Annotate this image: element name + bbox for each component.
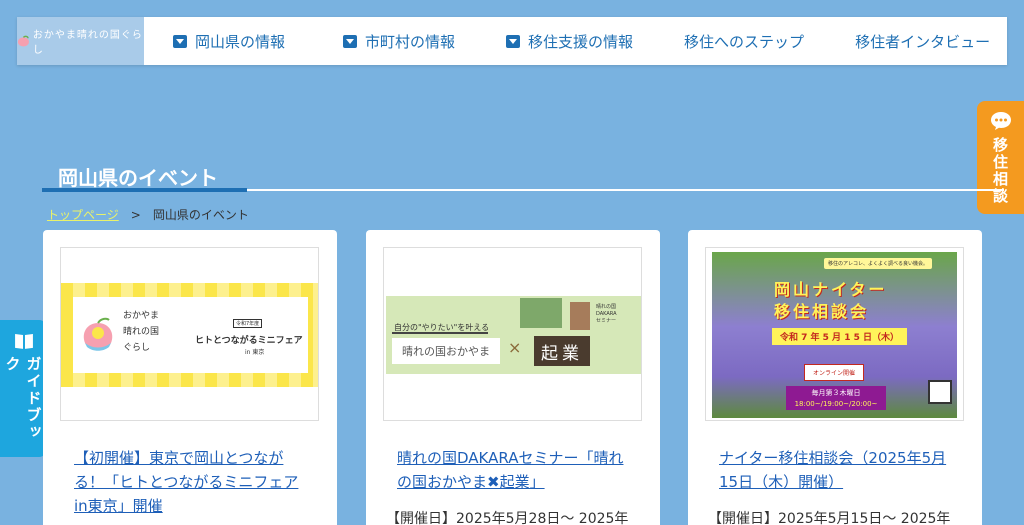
chevron-down-icon <box>173 34 187 48</box>
event-date: 【開催日】2025年5月28日〜 2025年 <box>386 511 629 525</box>
page-title: 岡山県のイベント <box>58 166 218 190</box>
thumb-text: オンライン開催 <box>804 364 865 381</box>
event-card[interactable]: 自分の"やりたい"を叶える 晴れの国おかやま × 起業 晴れの国 DAKARA … <box>366 230 660 525</box>
thumb-photo <box>520 298 562 328</box>
nav-label: 岡山県の情報 <box>195 32 286 51</box>
qr-code-icon <box>928 380 952 404</box>
thumb-text: 移住のアレコレ、よくよく調べる良い機会。 <box>824 258 933 269</box>
thumb-main-text: ヒトとつながるミニフェア <box>195 336 303 346</box>
guidebook-tab-label: ガイドブック <box>3 355 43 441</box>
thumb-text: 晴れの国 <box>123 327 160 337</box>
nav-label: 移住へのステップ <box>684 32 805 51</box>
thumb-text: ぐらし <box>123 343 151 353</box>
thumb-text: セミナー <box>596 318 617 324</box>
nav-label: 移住者インタビュー <box>855 32 991 51</box>
nav-item-prefecture-info[interactable]: 岡山県の情報 <box>173 17 285 65</box>
breadcrumb-separator: > <box>130 207 141 222</box>
thumb-text: 晴れの国 <box>596 304 617 310</box>
thumbnail-banner: 移住のアレコレ、よくよく調べる良い機会。 岡山ナイター 移住相談会 令和 7 年… <box>712 252 957 418</box>
title-underline-accent <box>42 188 247 192</box>
event-card[interactable]: 移住のアレコレ、よくよく調べる良い機会。 岡山ナイター 移住相談会 令和 7 年… <box>688 230 982 525</box>
thumb-tag: 令和7年度 <box>233 319 263 328</box>
thumb-text: 岡山ナイター <box>774 280 888 299</box>
thumb-logo: 晴れの国 DAKARA セミナー <box>596 304 617 325</box>
thumb-photo <box>570 302 590 330</box>
thumb-text: 晴れの国おかやま <box>392 338 500 364</box>
event-title-link[interactable]: 【初開催】東京で岡山とつながる！「ヒトとつながるミニフェアin東京」開催 <box>60 446 320 518</box>
thumb-text: おかやま <box>123 311 160 321</box>
event-title-link[interactable]: 晴れの国DAKARAセミナー「晴れの国おかやま✖起業」 <box>383 446 643 494</box>
logo-text: おかやま晴れの国ぐらし <box>32 30 143 56</box>
thumb-text: 起業 <box>534 336 590 366</box>
banner-inner: おかやま 晴れの国 ぐらし 令和7年度 ヒトとつながるミニフェア in 東京 <box>73 297 308 373</box>
breadcrumb-current: 岡山県のイベント <box>152 208 249 222</box>
event-thumbnail[interactable]: おかやま 晴れの国 ぐらし 令和7年度 ヒトとつながるミニフェア in 東京 <box>60 247 319 421</box>
chat-bubble-icon <box>990 112 1011 130</box>
nav-item-municipality-info[interactable]: 市町村の情報 <box>343 17 455 65</box>
nav-label: 市町村の情報 <box>365 32 456 51</box>
nav-item-support-info[interactable]: 移住支援の情報 <box>506 17 633 65</box>
thumbnail-banner: おかやま 晴れの国 ぐらし 令和7年度 ヒトとつながるミニフェア in 東京 <box>61 283 318 387</box>
thumb-text: 18:00~/19:00~/20:00~ <box>786 398 886 410</box>
event-date: 【開催日】2025年5月15日〜 2025年 <box>708 511 951 525</box>
event-card[interactable]: おかやま 晴れの国 ぐらし 令和7年度 ヒトとつながるミニフェア in 東京 【… <box>43 230 337 525</box>
thumbnail-banner: 自分の"やりたい"を叶える 晴れの国おかやま × 起業 晴れの国 DAKARA … <box>386 296 641 374</box>
thumb-text: 移住相談会 <box>774 302 870 321</box>
event-thumbnail[interactable]: 自分の"やりたい"を叶える 晴れの国おかやま × 起業 晴れの国 DAKARA … <box>383 247 642 421</box>
event-title-link[interactable]: ナイター移住相談会（2025年5月15日（木）開催） <box>705 446 965 494</box>
nav-item-steps[interactable]: 移住へのステップ <box>684 17 804 65</box>
thumb-text: × <box>508 338 522 357</box>
thumb-text: DAKARA <box>596 311 617 317</box>
thumb-text: 令和 7 年 5 月 1 5 日（木） <box>772 328 907 345</box>
main-nav: 岡山県の情報 市町村の情報 移住支援の情報 移住へのステップ 移住者インタビュー <box>144 17 1007 65</box>
peach-logo-icon <box>83 317 113 351</box>
breadcrumb-home-link[interactable]: トップページ <box>47 206 119 223</box>
chevron-down-icon <box>506 34 521 48</box>
breadcrumb: トップページ > 岡山県のイベント <box>47 206 249 223</box>
chevron-down-icon <box>343 34 358 48</box>
nav-label: 移住支援の情報 <box>528 32 634 51</box>
event-thumbnail[interactable]: 移住のアレコレ、よくよく調べる良い機会。 岡山ナイター 移住相談会 令和 7 年… <box>705 247 964 421</box>
site-logo[interactable]: おかやま晴れの国ぐらし <box>17 17 144 65</box>
consult-tab[interactable]: 移住相談 <box>977 101 1024 214</box>
peach-logo-icon <box>17 35 29 47</box>
nav-item-interviews[interactable]: 移住者インタビュー <box>855 17 990 65</box>
book-icon <box>14 333 33 349</box>
site-header: おかやま晴れの国ぐらし 岡山県の情報 市町村の情報 移住支援の情報 移住へのステ… <box>17 17 1007 65</box>
guidebook-tab[interactable]: ガイドブック <box>0 320 47 457</box>
thumb-sub-text: in 東京 <box>245 349 265 356</box>
thumb-divider <box>392 332 488 334</box>
consult-tab-label: 移住相談 <box>991 137 1009 205</box>
